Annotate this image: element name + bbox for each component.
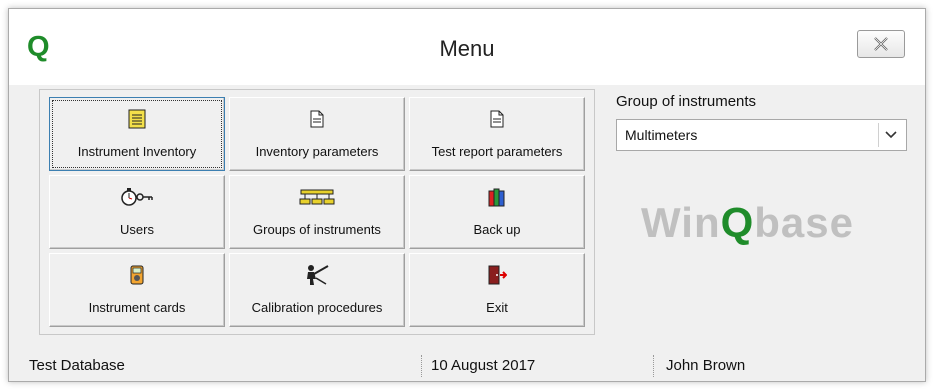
status-user: John Brown [666, 357, 746, 374]
notepad-icon [128, 109, 146, 129]
group-of-instruments-label: Group of instruments [616, 93, 757, 110]
status-bar: Test Database 10 August 2017 John Brown [9, 347, 925, 383]
document-icon [490, 110, 504, 128]
tile-label: Test report parameters [431, 144, 563, 159]
status-database: Test Database [29, 357, 125, 374]
exit-button[interactable]: Exit [409, 253, 585, 327]
tile-label: Exit [486, 300, 508, 315]
status-date: 10 August 2017 [431, 357, 536, 374]
close-button[interactable] [857, 30, 905, 58]
menu-grid: Instrument Inventory Inventory parameter… [39, 89, 595, 335]
tile-label: Users [120, 222, 154, 237]
stopwatch-key-icon [121, 188, 153, 206]
calibration-procedures-button[interactable]: Calibration procedures [229, 253, 405, 327]
back-up-button[interactable]: Back up [409, 175, 585, 249]
tile-label: Inventory parameters [255, 144, 379, 159]
close-icon [874, 37, 888, 51]
tile-label: Instrument Inventory [77, 144, 197, 159]
instrument-inventory-button[interactable]: Instrument Inventory [49, 97, 225, 171]
tile-label: Groups of instruments [253, 222, 381, 237]
books-icon [488, 188, 505, 207]
users-button[interactable]: Users [49, 175, 225, 249]
document-icon [310, 110, 324, 128]
hierarchy-icon [299, 189, 335, 205]
test-report-parameters-button[interactable]: Test report parameters [409, 97, 585, 171]
winqbase-logo: WinQbase [641, 199, 855, 246]
status-separator [421, 355, 423, 377]
menu-window: Q Menu Instrument Inventory Inventory pa… [8, 8, 926, 382]
tile-label: Back up [473, 222, 521, 237]
title-bar: Q Menu [9, 9, 925, 85]
dropdown-button[interactable] [878, 123, 903, 147]
group-of-instruments-select[interactable]: Multimeters [616, 119, 907, 151]
select-value: Multimeters [625, 127, 698, 143]
groups-of-instruments-button[interactable]: Groups of instruments [229, 175, 405, 249]
instrument-cards-button[interactable]: Instrument cards [49, 253, 225, 327]
inventory-parameters-button[interactable]: Inventory parameters [229, 97, 405, 171]
tile-label: Calibration procedures [251, 300, 383, 315]
tile-label: Instrument cards [88, 300, 186, 315]
chevron-down-icon [885, 131, 897, 139]
exit-door-icon [488, 265, 507, 285]
multimeter-icon [130, 265, 144, 285]
status-separator [653, 355, 655, 377]
technician-icon [307, 265, 329, 285]
window-title: Menu [439, 36, 495, 61]
